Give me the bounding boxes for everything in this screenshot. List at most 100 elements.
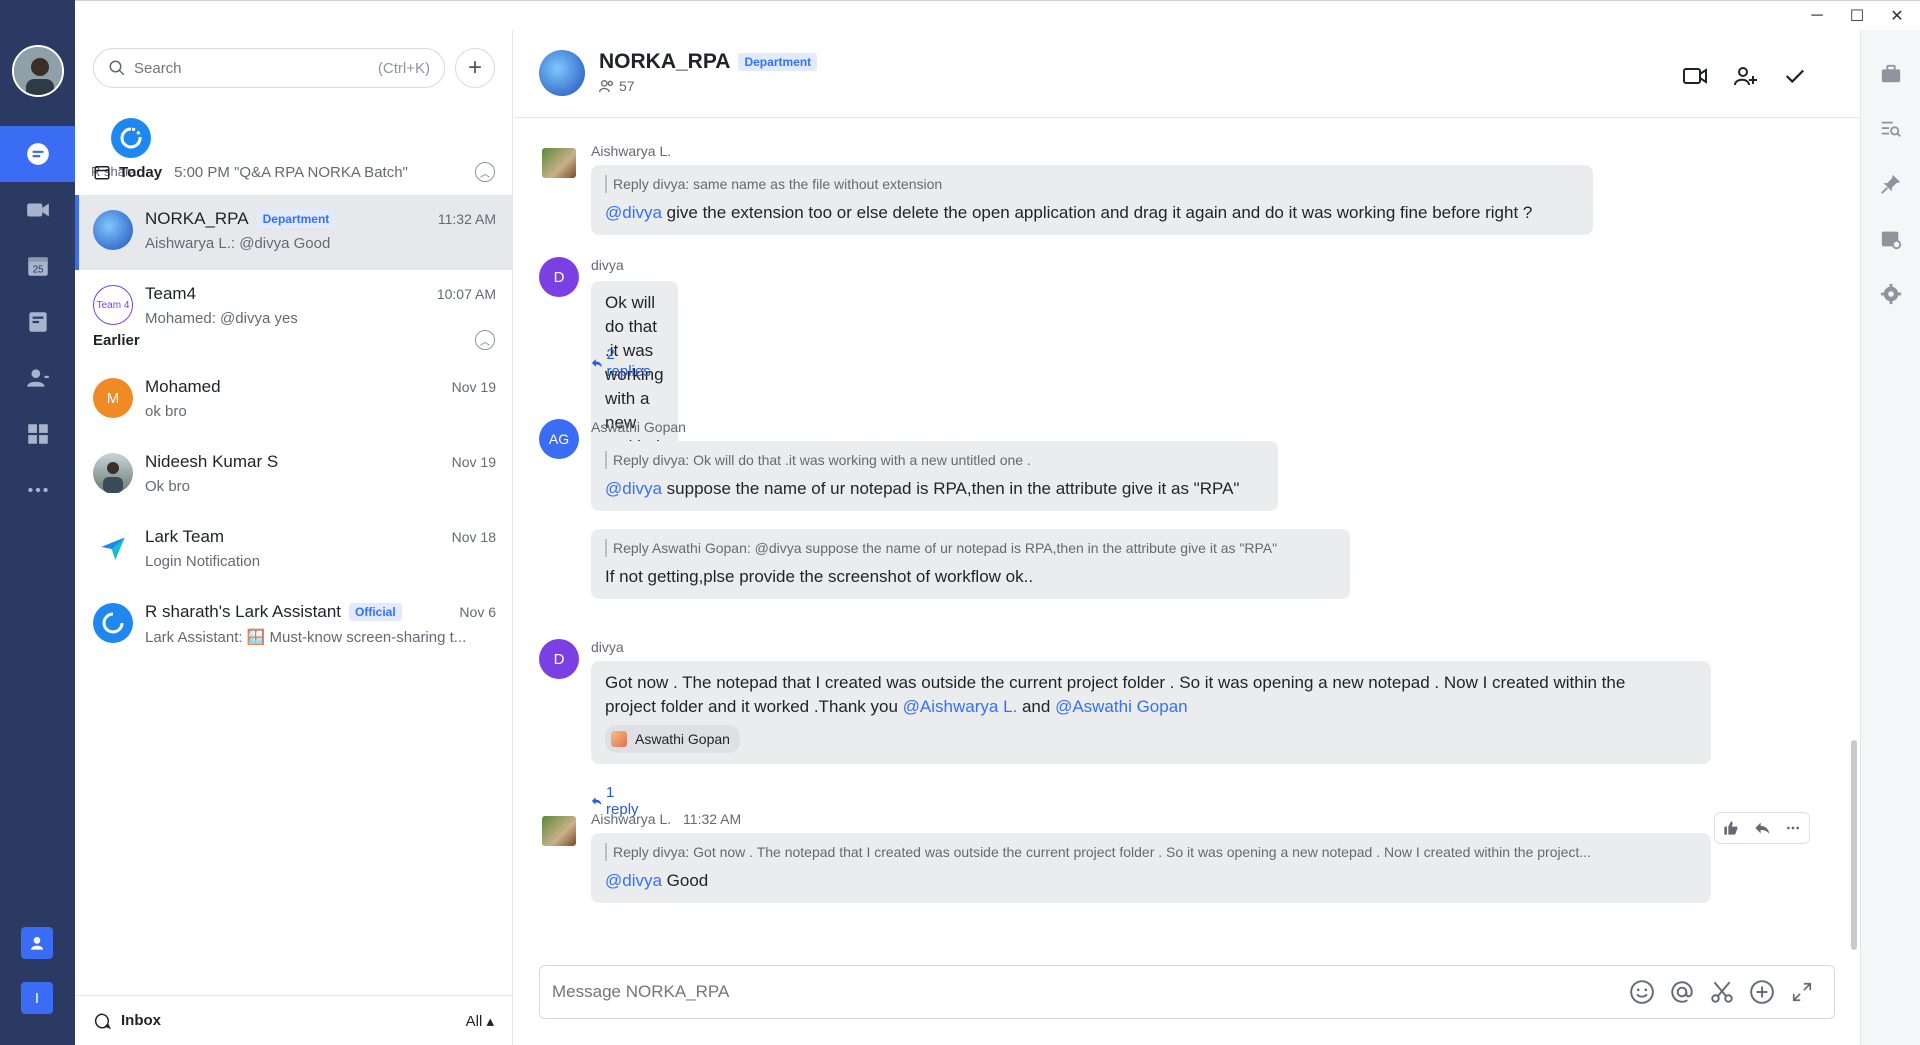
message-text: suppose the name of ur notepad is RPA,th…	[661, 479, 1240, 498]
scrollbar[interactable]	[1851, 740, 1857, 950]
official-tag: Official	[349, 603, 402, 621]
reaction-emoji-icon	[611, 731, 627, 747]
calendar-day: 25	[32, 265, 43, 276]
rail-calendar-icon[interactable]: 25	[0, 238, 75, 294]
search-box[interactable]: (Ctrl+K)	[93, 48, 445, 88]
rail-more-icon[interactable]	[0, 462, 75, 518]
reply-quote[interactable]: Reply divya: Got now . The notepad that …	[605, 843, 1697, 861]
mention-link[interactable]: @divya	[605, 871, 662, 890]
maximize-button[interactable]: ☐	[1842, 5, 1872, 27]
earlier-section-header[interactable]: Earlier ︿	[93, 326, 495, 354]
thumbs-up-icon[interactable]	[1723, 820, 1739, 836]
sender-avatar[interactable]: D	[539, 639, 579, 679]
rail-docs-icon[interactable]	[0, 294, 75, 350]
chat-header: NORKA_RPA Department 57	[514, 30, 1860, 118]
conversation-preview: Lark Assistant: 🪟 Must-know screen-shari…	[145, 629, 467, 646]
thread-replies-link[interactable]: 2 replies	[591, 346, 653, 380]
expand-icon[interactable]	[1782, 972, 1822, 1012]
rail-contacts-icon[interactable]	[0, 350, 75, 406]
briefcase-icon[interactable]	[1875, 58, 1907, 90]
mention-link[interactable]: @Aswathi Gopan	[1055, 697, 1188, 716]
reply-quote[interactable]: Reply Aswathi Gopan: @divya suppose the …	[605, 539, 1336, 557]
scissors-icon[interactable]	[1702, 972, 1742, 1012]
message-bubble[interactable]: Reply divya: Got now . The notepad that …	[591, 833, 1711, 903]
plus-icon: +	[467, 54, 482, 81]
mention-icon[interactable]	[1662, 972, 1702, 1012]
conversation-name: Lark Team	[145, 527, 225, 546]
sender-avatar[interactable]: D	[539, 257, 579, 297]
team-avatar: Team 4	[93, 285, 133, 325]
add-attachment-icon[interactable]	[1742, 972, 1782, 1012]
conversation-time: 11:32 AM	[437, 211, 496, 227]
chat-title[interactable]: NORKA_RPA	[599, 50, 730, 74]
message-composer[interactable]	[539, 965, 1835, 1019]
reply-icon[interactable]	[1754, 820, 1770, 836]
collapse-icon[interactable]: ︿	[475, 330, 495, 350]
mention-link[interactable]: @Aishwarya L.	[903, 697, 1018, 716]
conversation-item[interactable]: M Mohamed ok bro Nov 19	[75, 363, 512, 438]
message-list: Aishwarya L. Reply divya: same name as t…	[514, 119, 1860, 949]
sender-avatar[interactable]	[542, 816, 576, 846]
conversation-item[interactable]: R sharath's Lark Assistant Official Lark …	[75, 588, 512, 663]
close-button[interactable]: ✕	[1882, 5, 1912, 27]
add-member-icon[interactable]	[1729, 60, 1761, 92]
message-input[interactable]	[552, 982, 1622, 1002]
workspace-initial: I	[34, 989, 40, 1007]
reaction-chip[interactable]: Aswathi Gopan	[605, 725, 740, 753]
sender-avatar[interactable]: AG	[539, 419, 579, 459]
checkmark-icon[interactable]	[1779, 60, 1811, 92]
profile-icon[interactable]	[21, 927, 53, 959]
pin-icon[interactable]	[1875, 168, 1907, 200]
reaction-user: Aswathi Gopan	[635, 731, 730, 747]
search-input[interactable]	[134, 59, 378, 77]
message-text: If not getting,plse provide the screensh…	[605, 567, 1034, 586]
rail-chat-icon[interactable]	[0, 126, 75, 182]
mention-link[interactable]: @divya	[605, 203, 662, 222]
rail-video-icon[interactable]	[0, 182, 75, 238]
reply-quote[interactable]: Reply divya: Ok will do that .it was wor…	[605, 451, 1264, 469]
group-avatar[interactable]	[539, 50, 585, 96]
calendar-settings-icon[interactable]	[1875, 223, 1907, 255]
conversation-item[interactable]: NORKA_RPA Department Aishwarya L.: @divya…	[75, 195, 512, 270]
message-text-line-2: project folder and it worked .Thank you	[605, 697, 903, 716]
conversation-item[interactable]: Nideesh Kumar S Ok bro Nov 19	[75, 438, 512, 513]
sender-line: Aishwarya L. 11:32 AM	[591, 811, 741, 827]
earlier-title: Earlier	[93, 331, 140, 349]
message-bubble[interactable]: Reply divya: same name as the file witho…	[591, 165, 1593, 235]
create-button[interactable]: +	[455, 48, 495, 88]
workspace-switcher[interactable]: I	[21, 982, 53, 1014]
member-count[interactable]: 57	[599, 78, 635, 94]
conversation-time: Nov 18	[451, 529, 496, 545]
search-history-icon[interactable]	[1875, 113, 1907, 145]
sender-name[interactable]: divya	[591, 639, 624, 655]
message-bubble[interactable]: Reply Aswathi Gopan: @divya suppose the …	[591, 529, 1350, 599]
message-time: 11:32 AM	[683, 811, 742, 827]
conversation-preview: ok bro	[145, 403, 187, 420]
member-count-value: 57	[619, 78, 635, 94]
inbox-filter[interactable]: All ▴	[466, 1012, 494, 1030]
settings-icon[interactable]	[1875, 278, 1907, 310]
today-section-header[interactable]: Today 5:00 PM "Q&A RPA NORKA Batch" ︿	[93, 158, 495, 186]
minimize-button[interactable]: ─	[1802, 5, 1832, 27]
inbox-label[interactable]: Inbox	[121, 1012, 161, 1029]
sender-name[interactable]: Aishwarya L.	[591, 143, 671, 159]
rail-apps-icon[interactable]	[0, 406, 75, 462]
collapse-icon[interactable]: ︿	[475, 162, 495, 182]
reply-quote[interactable]: Reply divya: same name as the file witho…	[605, 175, 1579, 193]
message-text-join: and	[1017, 697, 1056, 716]
video-call-icon[interactable]	[1679, 60, 1711, 92]
user-avatar[interactable]	[12, 45, 64, 97]
sender-name[interactable]: Aswathi Gopan	[591, 419, 686, 435]
message-bubble[interactable]: Got now . The notepad that I created was…	[591, 661, 1711, 764]
message-bubble[interactable]: Reply divya: Ok will do that .it was wor…	[591, 441, 1278, 511]
sender-avatar[interactable]	[542, 148, 576, 178]
sender-name[interactable]: divya	[591, 257, 624, 273]
sender-name[interactable]: Aishwarya L.	[591, 811, 671, 827]
calendar-icon	[94, 166, 110, 180]
conversation-item[interactable]: Lark Team Login Notification Nov 18	[75, 513, 512, 588]
emoji-icon[interactable]	[1622, 972, 1662, 1012]
mention-link[interactable]: @divya	[605, 479, 662, 498]
more-icon[interactable]	[1785, 820, 1801, 836]
conversation-list-panel: (Ctrl+K) + R shara Today 5:00 PM "Q&A RP…	[75, 30, 513, 1045]
contact-avatar: M	[93, 378, 133, 418]
